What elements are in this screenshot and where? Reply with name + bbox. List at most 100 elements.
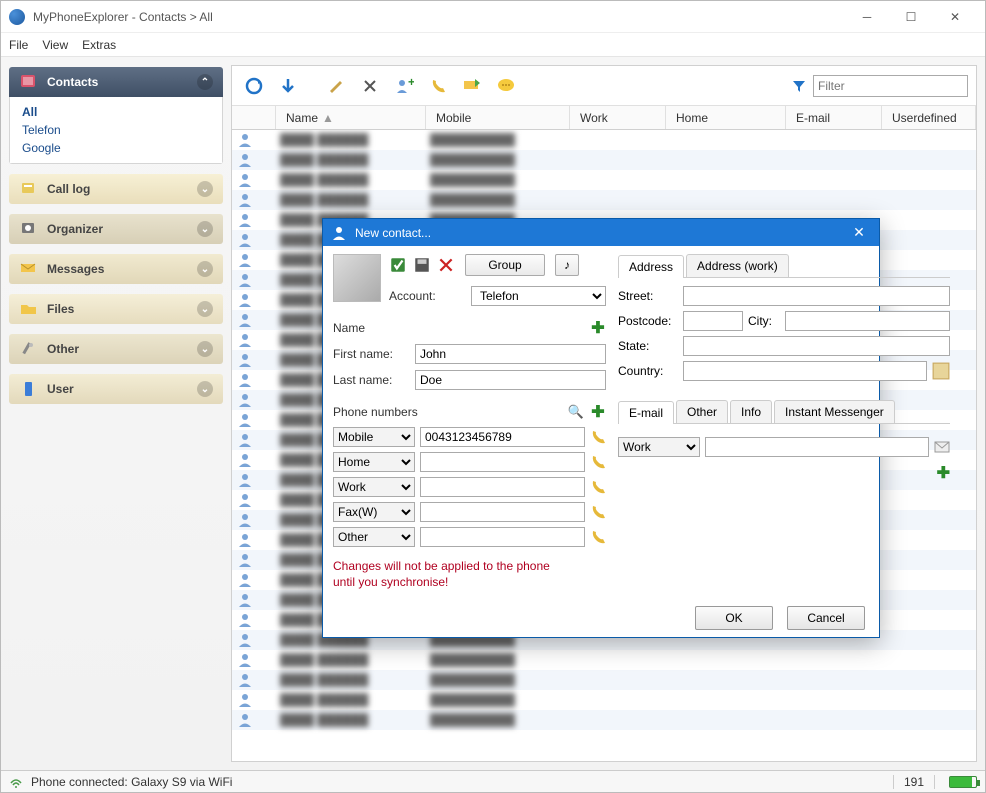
menu-file[interactable]: File — [9, 38, 28, 52]
map-icon[interactable] — [932, 362, 950, 380]
download-button[interactable] — [274, 72, 302, 100]
postcode-label: Postcode: — [618, 314, 678, 328]
column-userdefined[interactable]: Userdefined — [882, 106, 976, 129]
sidebar-section-user[interactable]: User⌄ — [9, 374, 223, 404]
first-name-input[interactable] — [415, 344, 606, 364]
menu-extras[interactable]: Extras — [82, 38, 116, 52]
filter-input[interactable] — [813, 75, 968, 97]
table-row[interactable]: ████ ████████████████ — [232, 150, 976, 170]
phone-type-select[interactable]: Other — [333, 527, 415, 547]
person-icon — [236, 472, 254, 488]
call-icon[interactable] — [590, 504, 606, 520]
last-name-input[interactable] — [415, 370, 606, 390]
delete-icon[interactable] — [437, 256, 455, 274]
call-icon[interactable] — [590, 429, 606, 445]
chevron-down-icon: ⌄ — [197, 181, 213, 197]
ok-button[interactable]: OK — [695, 606, 773, 630]
sidebar-item-telefon[interactable]: Telefon — [22, 121, 210, 139]
table-row[interactable]: ████ ████████████████ — [232, 650, 976, 670]
column-mobile[interactable]: Mobile — [426, 106, 570, 129]
sidebar-section-calllog[interactable]: Call log ⌄ — [9, 174, 223, 204]
table-row[interactable]: ████ ████████████████ — [232, 190, 976, 210]
svg-text:+: + — [408, 76, 414, 89]
sidebar-item-google[interactable]: Google — [22, 139, 210, 157]
sidebar-section-files[interactable]: Files⌄ — [9, 294, 223, 324]
call-button[interactable] — [424, 72, 452, 100]
minimize-button[interactable]: ─ — [845, 2, 889, 32]
status-count: 191 — [893, 775, 935, 789]
person-icon — [236, 192, 254, 208]
sidebar-section-label: Messages — [47, 262, 104, 276]
add-contact-button[interactable]: + — [390, 72, 418, 100]
add-name-button[interactable]: ✚ — [590, 318, 606, 338]
call-icon[interactable] — [590, 479, 606, 495]
tab-address[interactable]: Address — [618, 255, 684, 278]
call-icon[interactable] — [590, 454, 606, 470]
add-phone-button[interactable]: ✚ — [590, 402, 606, 422]
sidebar-section-contacts[interactable]: Contacts ⌃ — [9, 67, 223, 97]
person-icon — [236, 652, 254, 668]
chat-button[interactable] — [492, 72, 520, 100]
phone-number-input[interactable] — [420, 477, 585, 497]
phone-type-select[interactable]: Work — [333, 477, 415, 497]
sidebar-section-organizer[interactable]: Organizer⌄ — [9, 214, 223, 244]
refresh-button[interactable] — [240, 72, 268, 100]
tab-address-work[interactable]: Address (work) — [686, 254, 789, 277]
cancel-button[interactable]: Cancel — [787, 606, 865, 630]
contact-avatar[interactable] — [333, 254, 381, 302]
tab-info[interactable]: Info — [730, 400, 772, 423]
sidebar-item-all[interactable]: All — [22, 103, 210, 121]
phone-number-input[interactable] — [420, 427, 585, 447]
add-email-button[interactable]: ✚ — [937, 465, 950, 482]
email-type-select[interactable]: Work — [618, 437, 700, 457]
phone-type-select[interactable]: Mobile — [333, 427, 415, 447]
email-input[interactable] — [705, 437, 929, 457]
filter-icon — [791, 78, 807, 94]
search-icon[interactable]: 🔍 — [568, 404, 584, 420]
street-input[interactable] — [683, 286, 950, 306]
ringtone-button[interactable]: ♪ — [555, 254, 579, 276]
phone-type-select[interactable]: Fax(W) — [333, 502, 415, 522]
tab-email[interactable]: E-mail — [618, 401, 674, 424]
close-button[interactable]: ✕ — [933, 2, 977, 32]
tab-im[interactable]: Instant Messenger — [774, 400, 895, 423]
group-button[interactable]: Group — [465, 254, 545, 276]
column-work[interactable]: Work — [570, 106, 666, 129]
phone-number-input[interactable] — [420, 452, 585, 472]
message-button[interactable] — [458, 72, 486, 100]
phone-number-input[interactable] — [420, 502, 585, 522]
column-email[interactable]: E-mail — [786, 106, 882, 129]
sidebar: Contacts ⌃ All Telefon Google Call log⌄ … — [1, 57, 231, 770]
table-row[interactable]: ████ ████████████████ — [232, 710, 976, 730]
table-row[interactable]: ████ ████████████████ — [232, 130, 976, 150]
phone-number-input[interactable] — [420, 527, 585, 547]
city-input[interactable] — [785, 311, 950, 331]
menu-view[interactable]: View — [42, 38, 68, 52]
sidebar-section-messages[interactable]: Messages⌄ — [9, 254, 223, 284]
edit-button[interactable] — [322, 72, 350, 100]
save-icon[interactable] — [389, 256, 407, 274]
calllog-icon — [19, 180, 39, 198]
titlebar: MyPhoneExplorer - Contacts > All ─ ☐ ✕ — [1, 1, 985, 33]
delete-button[interactable] — [356, 72, 384, 100]
column-name[interactable]: Name ▲ — [276, 106, 426, 129]
postcode-input[interactable] — [683, 311, 743, 331]
state-input[interactable] — [683, 336, 950, 356]
sidebar-section-other[interactable]: Other⌄ — [9, 334, 223, 364]
mail-icon[interactable] — [934, 440, 950, 454]
dialog-close-button[interactable]: ✕ — [847, 224, 871, 241]
maximize-button[interactable]: ☐ — [889, 2, 933, 32]
column-home[interactable]: Home — [666, 106, 786, 129]
table-row[interactable]: ████ ████████████████ — [232, 670, 976, 690]
table-row[interactable]: ████ ████████████████ — [232, 690, 976, 710]
dialog-titlebar[interactable]: New contact... ✕ — [323, 219, 879, 246]
account-select[interactable]: Telefon — [471, 286, 606, 306]
disk-icon[interactable] — [413, 256, 431, 274]
call-icon[interactable] — [590, 529, 606, 545]
tab-other[interactable]: Other — [676, 400, 728, 423]
phone-type-select[interactable]: Home — [333, 452, 415, 472]
music-icon: ♪ — [564, 258, 570, 272]
country-input[interactable] — [683, 361, 927, 381]
table-row[interactable]: ████ ████████████████ — [232, 170, 976, 190]
sidebar-section-label: Call log — [47, 182, 90, 196]
